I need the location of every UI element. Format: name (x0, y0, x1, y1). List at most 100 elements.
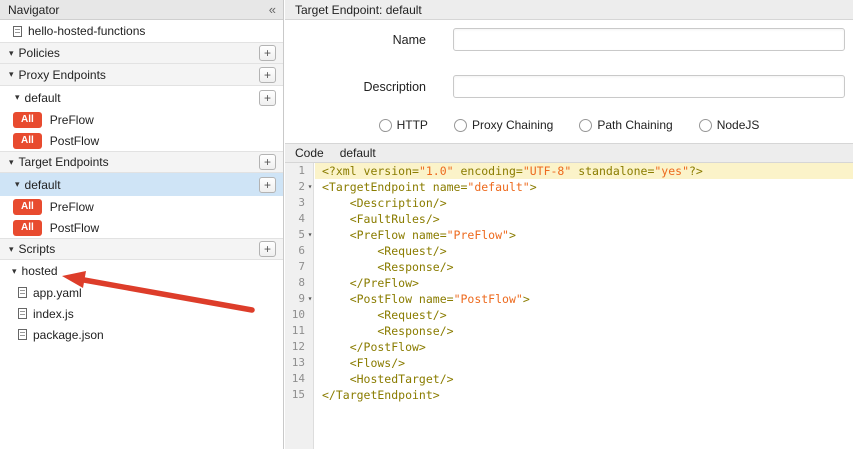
code-text[interactable]: <FaultRules/> (315, 211, 853, 227)
nav-flow-postflow[interactable]: AllPostFlow (0, 217, 283, 238)
line-number: 7 (285, 259, 305, 275)
code-text[interactable]: <Flows/> (315, 355, 853, 371)
add-button[interactable]: + (259, 90, 276, 106)
fold-toggle-icon[interactable]: ▾ (305, 291, 315, 307)
collapse-navigator-button[interactable]: « (269, 2, 275, 17)
code-token: "UTF-8" (523, 164, 571, 178)
code-text[interactable]: <Response/> (315, 259, 853, 275)
expand-arrow-icon[interactable]: ▾ (9, 69, 14, 80)
name-label: Name (285, 33, 453, 47)
gutter-cell: 2▾ (285, 179, 315, 195)
nav-folder-hosted[interactable]: ▾ hosted (0, 260, 283, 282)
expand-arrow-icon[interactable]: ▾ (15, 179, 20, 190)
code-token: "yes" (654, 164, 689, 178)
line-number: 14 (285, 371, 305, 387)
nav-section-target-endpoints[interactable]: ▾ Target Endpoints + (0, 151, 283, 173)
code-token: <Response/> (322, 324, 454, 338)
radio-proxy-chaining[interactable]: Proxy Chaining (454, 118, 553, 132)
code-text[interactable]: <Response/> (315, 323, 853, 339)
navigator-tree: hello-hosted-functions ▾Policies+▾Proxy E… (0, 20, 283, 345)
code-text[interactable]: <Request/> (315, 243, 853, 259)
code-text[interactable]: <TargetEndpoint name="default"> (315, 179, 853, 195)
nav-file-package-json[interactable]: package.json (0, 324, 283, 345)
add-button[interactable]: + (259, 45, 276, 61)
nav-node-default[interactable]: ▾default+ (0, 173, 283, 196)
file-icon (18, 308, 27, 319)
expand-arrow-icon[interactable]: ▾ (9, 48, 14, 59)
code-line: 15 </TargetEndpoint> (285, 387, 853, 403)
nav-section-policies[interactable]: ▾Policies+ (0, 42, 283, 64)
code-line: 4 <FaultRules/> (285, 211, 853, 227)
code-token: <?xml version= (322, 164, 419, 178)
nav-file-app-yaml[interactable]: app.yaml (0, 282, 283, 303)
item-label: hosted (22, 264, 58, 278)
fold-toggle-icon[interactable]: ▾ (305, 227, 315, 243)
navigator-title: Navigator (8, 3, 59, 17)
add-button[interactable]: + (259, 154, 276, 170)
code-text[interactable]: </PreFlow> (315, 275, 853, 291)
item-label: package.json (33, 328, 104, 342)
expand-arrow-icon[interactable]: ▾ (9, 157, 14, 168)
nav-file-index-js[interactable]: index.js (0, 303, 283, 324)
expand-arrow-icon[interactable]: ▾ (12, 266, 17, 277)
code-panel-label: Code (295, 146, 324, 160)
code-text[interactable]: <Request/> (315, 307, 853, 323)
code-text[interactable]: </TargetEndpoint> (315, 387, 853, 403)
nav-node-default[interactable]: ▾default+ (0, 86, 283, 109)
code-text[interactable]: </PostFlow> (315, 339, 853, 355)
file-icon (13, 26, 22, 37)
description-input[interactable] (453, 75, 845, 98)
radio-nodejs[interactable]: NodeJS (699, 118, 760, 132)
item-label: PostFlow (50, 134, 99, 148)
flow-condition-badge: All (13, 220, 42, 236)
expand-arrow-icon[interactable]: ▾ (9, 244, 14, 255)
code-token: </TargetEndpoint> (322, 388, 440, 402)
app: Navigator « hello-hosted-functions ▾Polic… (0, 0, 853, 449)
code-editor[interactable]: 1<?xml version="1.0" encoding="UTF-8" st… (285, 163, 853, 449)
code-line: 11 <Response/> (285, 323, 853, 339)
item-label: hello-hosted-functions (28, 24, 145, 38)
code-line: 3 <Description/> (285, 195, 853, 211)
code-text[interactable]: <?xml version="1.0" encoding="UTF-8" sta… (315, 163, 853, 179)
item-label: Target Endpoints (19, 155, 109, 169)
add-button[interactable]: + (259, 67, 276, 83)
navigator-header: Navigator « (0, 0, 283, 20)
description-row: Description (285, 75, 853, 98)
code-text[interactable]: <Description/> (315, 195, 853, 211)
item-label: app.yaml (33, 286, 82, 300)
radio-path-chaining[interactable]: Path Chaining (579, 118, 672, 132)
radio-label: Path Chaining (597, 118, 672, 132)
add-button[interactable]: + (259, 241, 276, 257)
gutter-cell: 15 (285, 387, 315, 403)
nav-rootfile-hello-hosted-functions[interactable]: hello-hosted-functions (0, 20, 283, 42)
nav-flow-preflow[interactable]: AllPreFlow (0, 196, 283, 217)
nav-section-proxy-endpoints[interactable]: ▾Proxy Endpoints+ (0, 64, 283, 86)
code-token: <HostedTarget/> (322, 372, 454, 386)
item-label: index.js (33, 307, 74, 321)
radio-http[interactable]: HTTP (379, 118, 428, 132)
expand-arrow-icon[interactable]: ▾ (15, 92, 20, 103)
nav-flow-preflow[interactable]: AllPreFlow (0, 109, 283, 130)
code-line: 2▾<TargetEndpoint name="default"> (285, 179, 853, 195)
navigator-panel: Navigator « hello-hosted-functions ▾Polic… (0, 0, 284, 449)
nav-section-scripts[interactable]: ▾Scripts+ (0, 238, 283, 260)
name-input[interactable] (453, 28, 845, 51)
code-token: "PostFlow" (454, 292, 523, 306)
add-button[interactable]: + (259, 177, 276, 193)
radio-label: HTTP (397, 118, 428, 132)
code-line: 1<?xml version="1.0" encoding="UTF-8" st… (285, 163, 853, 179)
line-number: 8 (285, 275, 305, 291)
code-text[interactable]: <PostFlow name="PostFlow"> (315, 291, 853, 307)
line-number: 4 (285, 211, 305, 227)
main-panel: Target Endpoint: default Name Descriptio… (285, 0, 853, 449)
code-line: 12 </PostFlow> (285, 339, 853, 355)
code-line: 8 </PreFlow> (285, 275, 853, 291)
nav-flow-postflow[interactable]: AllPostFlow (0, 130, 283, 151)
fold-toggle-icon[interactable]: ▾ (305, 179, 315, 195)
code-text[interactable]: <PreFlow name="PreFlow"> (315, 227, 853, 243)
gutter-cell: 12 (285, 339, 315, 355)
code-token: <TargetEndpoint name= (322, 180, 467, 194)
code-text[interactable]: <HostedTarget/> (315, 371, 853, 387)
description-label: Description (285, 80, 453, 94)
gutter-cell: 11 (285, 323, 315, 339)
